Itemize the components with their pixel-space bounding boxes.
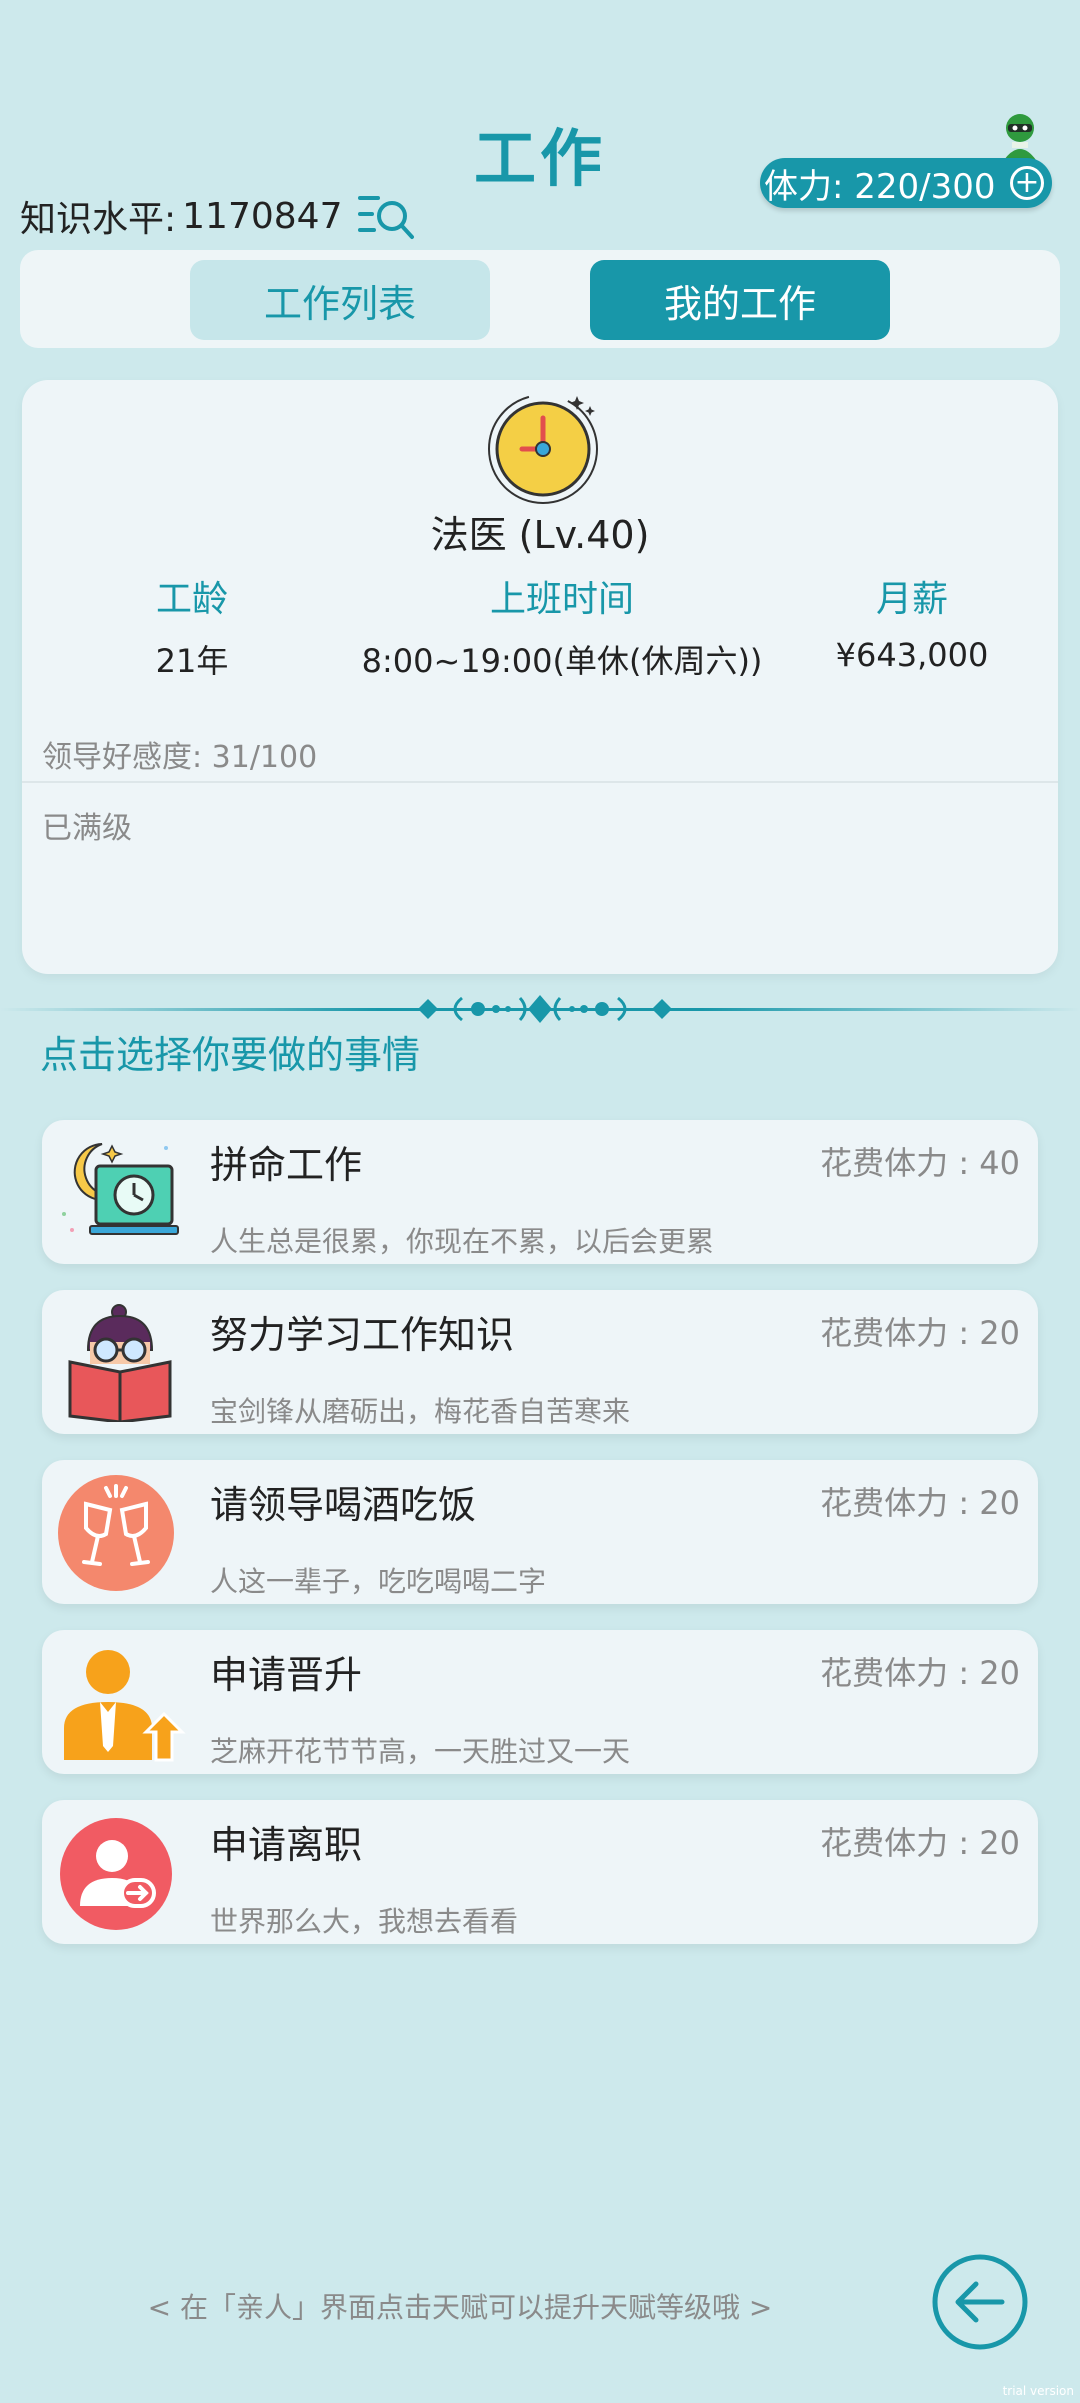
stat-value: 8:00~19:00(单休(休周六)) xyxy=(361,642,763,680)
stat-seniority: 工龄 21年 xyxy=(112,570,272,682)
action-name: 请领导喝酒吃饭 xyxy=(210,1483,477,1527)
ninja-avatar-icon xyxy=(1004,114,1036,160)
knowledge-value: 1170847 xyxy=(182,195,343,237)
action-cost: 花费体力 : 20 xyxy=(820,1654,1020,1692)
action-name: 努力学习工作知识 xyxy=(210,1313,515,1357)
resign-icon xyxy=(60,1818,172,1930)
stat-value: 21年 xyxy=(155,642,229,680)
action-desc: 宝剑锋从磨砺出，梅花香自苦寒来 xyxy=(210,1395,631,1428)
watermark: trial version xyxy=(1002,2384,1074,2398)
stat-label: 月薪 xyxy=(875,579,948,620)
study-book-icon xyxy=(68,1304,172,1422)
action-cost: 花费体力 : 40 xyxy=(820,1144,1020,1182)
action-name: 申请离职 xyxy=(210,1823,363,1867)
search-list-icon[interactable] xyxy=(356,190,418,242)
stat-label: 上班时间 xyxy=(489,579,634,620)
action-promotion[interactable]: 申请晋升 花费体力 : 20 芝麻开花节节高，一天胜过又一天 xyxy=(42,1630,1038,1774)
divider xyxy=(22,781,1058,783)
action-name: 拼命工作 xyxy=(210,1143,363,1187)
action-treat-leader[interactable]: 请领导喝酒吃饭 花费体力 : 20 人这一辈子，吃吃喝喝二字 xyxy=(42,1460,1038,1604)
tip-hint: < 在「亲人」界面点击天赋可以提升天赋等级哦 > xyxy=(147,2291,773,2324)
action-cost: 花费体力 : 20 xyxy=(820,1824,1020,1862)
action-desc: 人这一辈子，吃吃喝喝二字 xyxy=(210,1565,547,1598)
action-desc: 世界那么大，我想去看看 xyxy=(210,1905,519,1938)
knowledge-label: 知识水平: xyxy=(20,199,177,240)
job-card: 法医 (Lv.40) 工龄 21年 上班时间 8:00~19:00(单休(休周六… xyxy=(22,380,1058,974)
cheers-icon xyxy=(58,1475,174,1591)
knowledge-level: 知识水平: 1170847 xyxy=(20,190,418,242)
action-study[interactable]: 努力学习工作知识 花费体力 : 20 宝剑锋从磨砺出，梅花香自苦寒来 xyxy=(42,1290,1038,1434)
leader-favor: 领导好感度: 31/100 xyxy=(42,740,318,775)
promotion-icon xyxy=(64,1650,186,1762)
back-arrow-icon[interactable] xyxy=(930,2252,1030,2352)
stat-value: ¥643,000 xyxy=(835,636,989,674)
tab-my-job[interactable]: 我的工作 xyxy=(590,260,890,340)
tab-bar: 工作列表 我的工作 xyxy=(20,250,1060,348)
stat-salary: 月薪 ¥643,000 xyxy=(802,570,1022,674)
action-cost: 花费体力 : 20 xyxy=(820,1484,1020,1522)
tab-job-list[interactable]: 工作列表 xyxy=(190,260,490,340)
stat-work-hours: 上班时间 8:00~19:00(单休(休周六)) xyxy=(322,570,802,682)
clock-icon xyxy=(488,394,598,504)
job-name: 法医 (Lv.40) xyxy=(430,513,650,557)
action-name: 申请晋升 xyxy=(210,1653,363,1697)
action-prompt: 点击选择你要做的事情 xyxy=(40,1033,421,1077)
action-desc: 人生总是很累，你现在不累，以后会更累 xyxy=(210,1225,715,1258)
action-desc: 芝麻开花节节高，一天胜过又一天 xyxy=(210,1735,631,1768)
action-work-hard[interactable]: 拼命工作 花费体力 : 40 人生总是很累，你现在不累，以后会更累 xyxy=(42,1120,1038,1264)
stamina-pill: 体力: 220/300 + xyxy=(760,158,1052,208)
stamina-text: 体力: 220/300 xyxy=(764,166,996,207)
level-status: 已满级 xyxy=(42,811,132,846)
action-resign[interactable]: 申请离职 花费体力 : 20 世界那么大，我想去看看 xyxy=(42,1800,1038,1944)
night-work-icon xyxy=(62,1143,179,1235)
stat-label: 工龄 xyxy=(155,579,228,620)
add-stamina-button[interactable]: + xyxy=(1010,166,1044,200)
action-cost: 花费体力 : 20 xyxy=(820,1314,1020,1352)
